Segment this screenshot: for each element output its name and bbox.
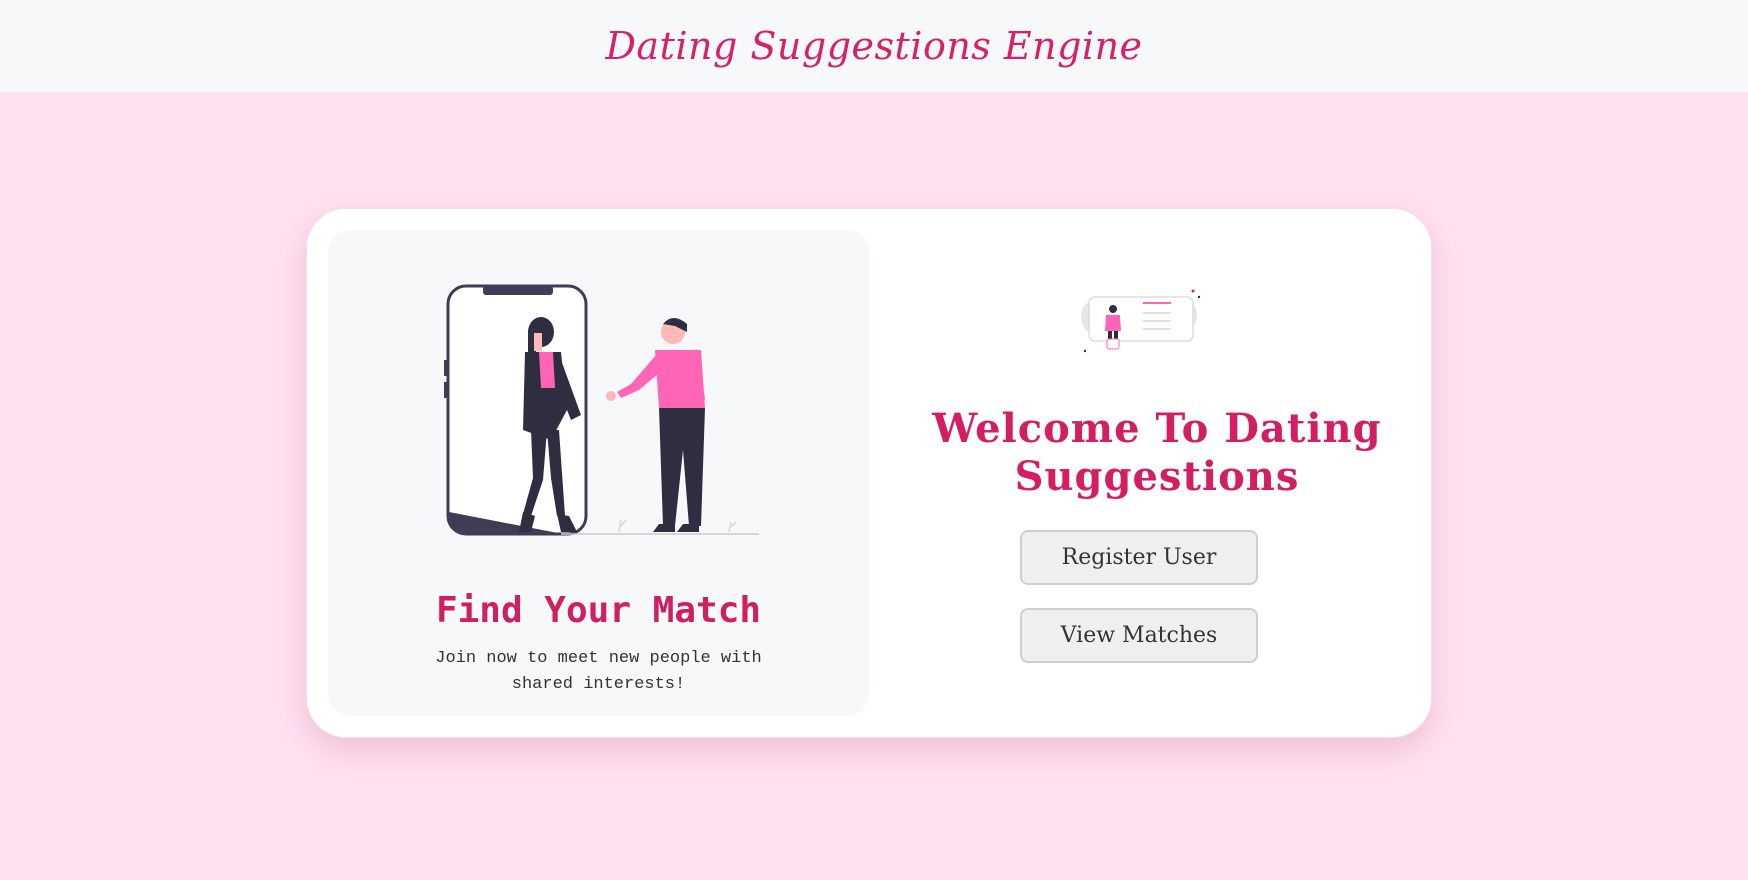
register-user-button[interactable]: Register User: [1020, 530, 1258, 585]
profile-card-illustration: [1081, 289, 1201, 353]
couple-phone-illustration: [444, 284, 759, 536]
welcome-card: Find Your Match Join now to meet new peo…: [306, 208, 1432, 738]
view-matches-button[interactable]: View Matches: [1020, 608, 1258, 663]
top-navbar: Dating Suggestions Engine: [0, 0, 1748, 92]
app-title: Dating Suggestions Engine: [605, 24, 1143, 68]
find-match-title: Find Your Match: [435, 590, 762, 631]
find-match-panel: Find Your Match Join now to meet new peo…: [328, 230, 869, 716]
find-match-subtitle: Join now to meet new people with shared …: [435, 649, 762, 694]
welcome-heading: Welcome To Dating Suggestions: [932, 405, 1382, 500]
